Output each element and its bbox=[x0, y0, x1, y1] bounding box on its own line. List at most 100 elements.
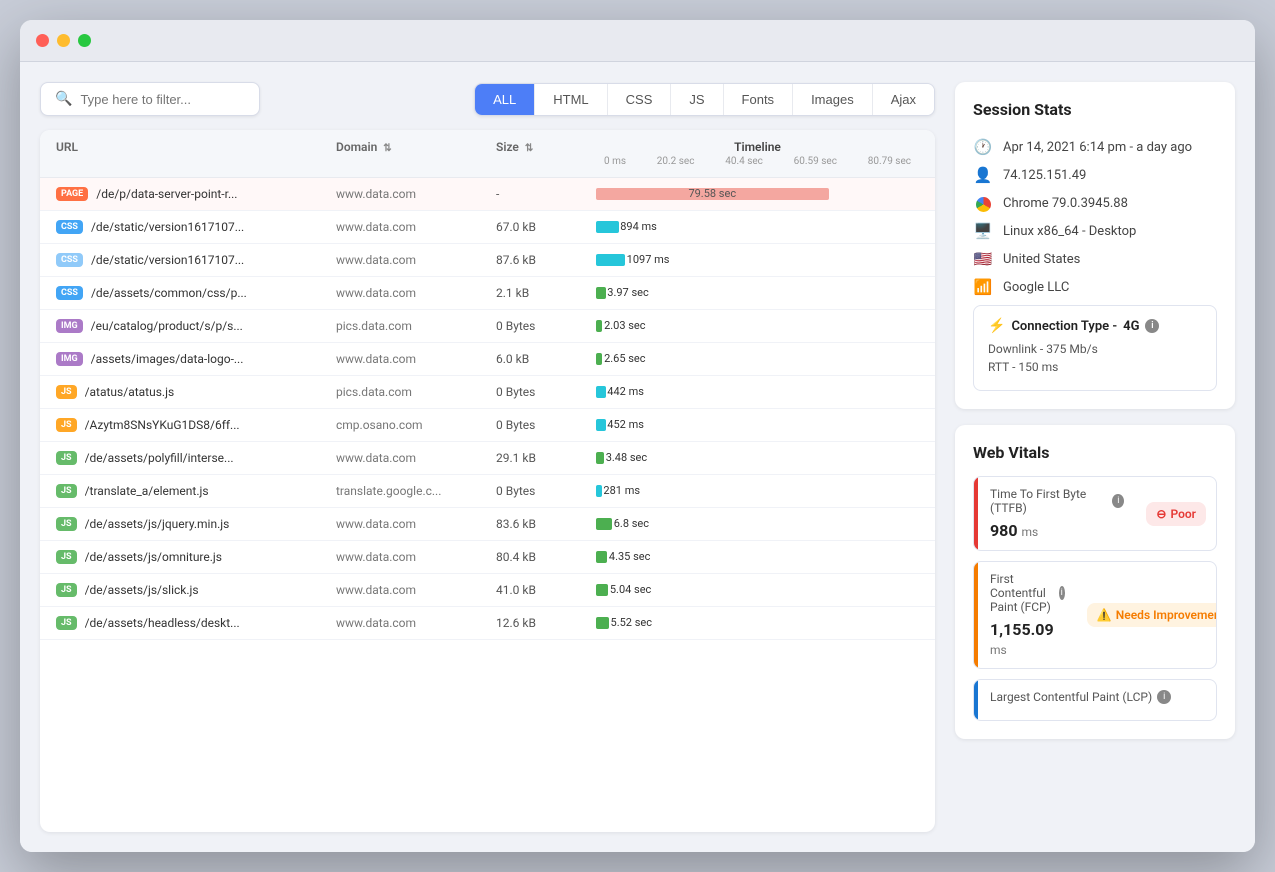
url-text: /atatus/atatus.js bbox=[85, 385, 175, 399]
type-badge: JS bbox=[56, 385, 77, 399]
timeline-bar bbox=[596, 518, 612, 530]
table-header: URL Domain ⇅ Size ⇅ Timeline 0 ms bbox=[40, 130, 935, 178]
bar-label: 3.97 sec bbox=[607, 286, 648, 299]
tab-images[interactable]: Images bbox=[793, 84, 873, 115]
timeline-cell: 452 ms bbox=[596, 416, 919, 434]
domain-text: www.data.com bbox=[336, 583, 496, 597]
close-button[interactable] bbox=[36, 34, 49, 47]
vital-ttfb-name: Time To First Byte (TTFB) i bbox=[990, 487, 1124, 515]
size-text: - bbox=[496, 187, 596, 201]
vital-fcp-name: First Contentful Paint (FCP) i bbox=[990, 572, 1065, 614]
table-row[interactable]: JS /de/assets/headless/deskt... www.data… bbox=[40, 607, 935, 640]
url-cell: CSS /de/static/version1617107... bbox=[56, 220, 336, 234]
size-text: 0 Bytes bbox=[496, 319, 596, 333]
type-badge: IMG bbox=[56, 319, 83, 333]
timeline-cell: 5.52 sec bbox=[596, 614, 919, 632]
table-row[interactable]: CSS /de/assets/common/css/p... www.data.… bbox=[40, 277, 935, 310]
warning-icon: ⚠️ bbox=[1097, 608, 1112, 622]
connection-title: ⚡ Connection Type - 4G i bbox=[988, 318, 1202, 334]
type-badge: JS bbox=[56, 418, 77, 432]
domain-text: www.data.com bbox=[336, 253, 496, 267]
table-row[interactable]: JS /de/assets/js/jquery.min.js www.data.… bbox=[40, 508, 935, 541]
timeline-ticks: 0 ms 20.2 sec 40.4 sec 60.59 sec 80.79 s… bbox=[604, 156, 911, 167]
table-row[interactable]: JS /de/assets/js/slick.js www.data.com 4… bbox=[40, 574, 935, 607]
table-row[interactable]: JS /de/assets/js/omniture.js www.data.co… bbox=[40, 541, 935, 574]
bar-label: 1097 ms bbox=[627, 253, 670, 266]
url-column-header: URL bbox=[56, 140, 336, 167]
table-row[interactable]: JS /translate_a/element.js translate.goo… bbox=[40, 475, 935, 508]
timeline-bar bbox=[596, 320, 602, 332]
size-text: 67.0 kB bbox=[496, 220, 596, 234]
url-text: /de/p/data-server-point-r... bbox=[96, 187, 237, 201]
tab-html[interactable]: HTML bbox=[535, 84, 607, 115]
info-icon[interactable]: i bbox=[1157, 690, 1171, 704]
table-row[interactable]: PAGE /de/p/data-server-point-r... www.da… bbox=[40, 178, 935, 211]
timeline-bar bbox=[596, 485, 602, 497]
domain-column-header[interactable]: Domain ⇅ bbox=[336, 140, 496, 167]
url-cell: JS /de/assets/js/slick.js bbox=[56, 583, 336, 597]
url-cell: JS /de/assets/js/omniture.js bbox=[56, 550, 336, 564]
tab-js[interactable]: JS bbox=[671, 84, 723, 115]
table-row[interactable]: IMG /eu/catalog/product/s/p/s... pics.da… bbox=[40, 310, 935, 343]
info-icon[interactable]: i bbox=[1059, 586, 1065, 600]
web-vitals-title: Web Vitals bbox=[973, 443, 1217, 462]
size-text: 29.1 kB bbox=[496, 451, 596, 465]
tab-all[interactable]: ALL bbox=[475, 84, 535, 115]
size-text: 87.6 kB bbox=[496, 253, 596, 267]
bar-label: 2.65 sec bbox=[604, 352, 645, 365]
table-row[interactable]: CSS /de/static/version1617107... www.dat… bbox=[40, 211, 935, 244]
sidebar: Session Stats 🕐 Apr 14, 2021 6:14 pm - a… bbox=[955, 82, 1235, 832]
timeline-cell: 894 ms bbox=[596, 218, 919, 236]
domain-text: www.data.com bbox=[336, 451, 496, 465]
table-row[interactable]: IMG /assets/images/data-logo-... www.dat… bbox=[40, 343, 935, 376]
size-column-header[interactable]: Size ⇅ bbox=[496, 140, 596, 167]
stat-os: 🖥️ Linux x86_64 - Desktop bbox=[973, 217, 1217, 245]
bar-label: 442 ms bbox=[607, 385, 644, 398]
maximize-button[interactable] bbox=[78, 34, 91, 47]
bar-label: 452 ms bbox=[607, 418, 644, 431]
size-text: 0 Bytes bbox=[496, 385, 596, 399]
type-badge: JS bbox=[56, 550, 77, 564]
type-badge: JS bbox=[56, 616, 77, 630]
vital-lcp-name: Largest Contentful Paint (LCP) i bbox=[990, 690, 1204, 704]
table-row[interactable]: JS /de/assets/polyfill/interse... www.da… bbox=[40, 442, 935, 475]
timeline-bar bbox=[596, 386, 606, 398]
type-badge: PAGE bbox=[56, 187, 88, 201]
stat-ip: 👤 74.125.151.49 bbox=[973, 161, 1217, 189]
connection-box: ⚡ Connection Type - 4G i Downlink - 375 … bbox=[973, 305, 1217, 391]
search-input[interactable] bbox=[80, 92, 245, 107]
size-text: 6.0 kB bbox=[496, 352, 596, 366]
url-text: /de/assets/js/slick.js bbox=[85, 583, 199, 597]
vital-ttfb-value: 980 bbox=[990, 521, 1018, 540]
bar-label: 894 ms bbox=[620, 220, 657, 233]
size-text: 41.0 kB bbox=[496, 583, 596, 597]
type-badge: CSS bbox=[56, 253, 83, 267]
minimize-button[interactable] bbox=[57, 34, 70, 47]
size-text: 80.4 kB bbox=[496, 550, 596, 564]
vital-ttfb-unit: ms bbox=[1022, 525, 1039, 539]
url-cell: JS /de/assets/headless/deskt... bbox=[56, 616, 336, 630]
timeline-bar bbox=[596, 419, 606, 431]
bar-label: 6.8 sec bbox=[614, 517, 649, 530]
user-icon: 👤 bbox=[973, 166, 993, 184]
bar-label: 5.52 sec bbox=[611, 616, 652, 629]
type-badge: IMG bbox=[56, 352, 83, 366]
stat-browser: Chrome 79.0.3945.88 bbox=[973, 189, 1217, 217]
table-row[interactable]: CSS /de/static/version1617107... www.dat… bbox=[40, 244, 935, 277]
tab-fonts[interactable]: Fonts bbox=[724, 84, 794, 115]
sort-icon: ⇅ bbox=[525, 143, 533, 154]
tab-css[interactable]: CSS bbox=[608, 84, 672, 115]
table-row[interactable]: JS /atatus/atatus.js pics.data.com 0 Byt… bbox=[40, 376, 935, 409]
domain-text: www.data.com bbox=[336, 616, 496, 630]
domain-text: www.data.com bbox=[336, 220, 496, 234]
info-icon[interactable]: i bbox=[1145, 319, 1159, 333]
monitor-icon: 🖥️ bbox=[973, 222, 993, 240]
table-row[interactable]: JS /Azytm8SNsYKuG1DS8/6ff... cmp.osano.c… bbox=[40, 409, 935, 442]
vital-ttfb-badge: ⊖ Poor bbox=[1146, 502, 1206, 526]
tab-ajax[interactable]: Ajax bbox=[873, 84, 934, 115]
toolbar: 🔍 ALL HTML CSS JS Fonts Images Ajax bbox=[40, 82, 935, 116]
info-icon[interactable]: i bbox=[1112, 494, 1124, 508]
url-cell: JS /de/assets/js/jquery.min.js bbox=[56, 517, 336, 531]
domain-text: www.data.com bbox=[336, 286, 496, 300]
timeline-cell: 6.8 sec bbox=[596, 515, 919, 533]
